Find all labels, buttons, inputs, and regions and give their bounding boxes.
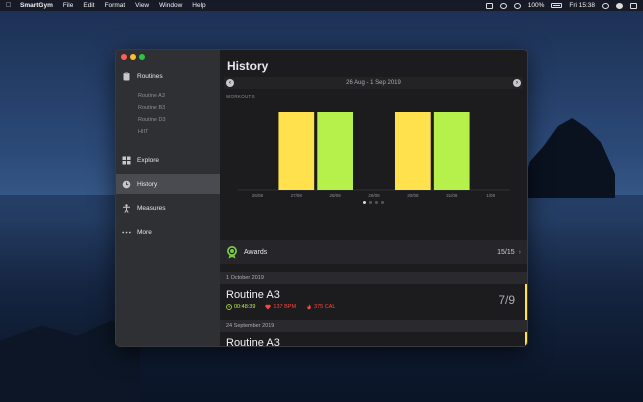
- chart-tick-label: 27/08: [291, 193, 303, 198]
- apple-menu-icon[interactable]: : [6, 2, 12, 9]
- workout-progress: 7/9: [498, 293, 515, 307]
- workout-heart-rate: 137 BPM: [265, 304, 296, 310]
- chart-bar-30/08[interactable]: [394, 112, 431, 190]
- spotlight-icon[interactable]: [602, 2, 609, 9]
- workouts-bar-chart: 26/08 27/08 28/08 29/08 30/08 31/08 1/09: [238, 112, 510, 198]
- stopwatch-icon: [226, 304, 232, 310]
- heart-icon: [265, 304, 272, 310]
- ellipsis-icon: [122, 228, 131, 237]
- workout-card[interactable]: Routine A3 00:48:39 137 BPM 375 CAL 7/9: [220, 284, 527, 320]
- app-window: Routines Routine A3 Routine B3 Routine D…: [115, 49, 528, 347]
- flame-icon: [307, 304, 311, 310]
- desktop-island: [520, 118, 615, 198]
- previous-week-button[interactable]: ‹: [226, 79, 234, 87]
- chevron-right-icon: ›: [518, 248, 521, 256]
- window-controls: [121, 54, 145, 60]
- sidebar-item-label: Routines: [137, 72, 163, 80]
- page-dot[interactable]: [363, 201, 366, 204]
- workout-calories: 375 CAL: [306, 304, 335, 310]
- sidebar-item-label: History: [137, 180, 158, 188]
- next-week-button[interactable]: ›: [513, 79, 521, 87]
- workout-stats: 00:48:39 137 BPM 375 CAL: [226, 304, 521, 310]
- workout-accent-bar: [525, 284, 527, 320]
- chart-tick-label: 26/08: [252, 193, 264, 198]
- chart-page-indicator: [220, 201, 527, 204]
- sidebar-item-measures[interactable]: Measures: [116, 198, 220, 218]
- sidebar: Routines Routine A3 Routine B3 Routine D…: [116, 50, 220, 346]
- menu-file[interactable]: File: [63, 2, 73, 9]
- workout-card[interactable]: Routine A3: [220, 332, 527, 346]
- award-ribbon-icon: [227, 246, 237, 259]
- menubar-status-area: 100% Fri 15:38: [485, 2, 637, 9]
- sidebar-item-history[interactable]: History: [116, 174, 220, 194]
- airplay-icon[interactable]: [485, 2, 493, 9]
- page-title: History: [227, 59, 269, 73]
- date-range-label: 26 Aug - 1 Sep 2019: [346, 80, 401, 86]
- chart-bar-27/08[interactable]: [278, 112, 315, 190]
- chart-bar-31/08[interactable]: [433, 112, 470, 190]
- awards-row[interactable]: Awards 15/15 ›: [220, 240, 527, 264]
- menu-view[interactable]: View: [135, 2, 149, 9]
- page-dot[interactable]: [369, 201, 372, 204]
- zoom-window-button[interactable]: [139, 54, 145, 60]
- menu-edit[interactable]: Edit: [83, 2, 94, 9]
- minimize-window-button[interactable]: [130, 54, 136, 60]
- awards-count: 15/15: [497, 248, 515, 256]
- grid-icon: [122, 156, 131, 165]
- duration-value: 00:48:39: [234, 304, 256, 310]
- wifi-icon[interactable]: [513, 2, 521, 9]
- page-dot[interactable]: [375, 201, 378, 204]
- menu-window[interactable]: Window: [159, 2, 182, 9]
- chart-tick-label: 28/08: [330, 193, 342, 198]
- sidebar-item-explore[interactable]: Explore: [116, 150, 220, 170]
- section-header-date: 1 October 2019: [220, 272, 527, 284]
- section-header-date: 24 September 2019: [220, 320, 527, 332]
- sidebar-item-more[interactable]: More: [116, 222, 220, 242]
- page-dot[interactable]: [381, 201, 384, 204]
- sidebar-item-label: Measures: [137, 204, 166, 212]
- calories-value: 375 CAL: [314, 304, 336, 310]
- main-content: History ‹ 26 Aug - 1 Sep 2019 › WORKOUTS…: [220, 50, 527, 346]
- battery-percent[interactable]: 100%: [528, 2, 545, 9]
- clipboard-icon: [122, 71, 131, 81]
- sidebar-item-routines[interactable]: Routines: [116, 66, 220, 86]
- chart-tick-label: 30/08: [407, 193, 419, 198]
- close-window-button[interactable]: [121, 54, 127, 60]
- menu-help[interactable]: Help: [192, 2, 205, 9]
- chart-title: WORKOUTS: [226, 94, 255, 99]
- sidebar-subitem-hiit[interactable]: HIIT: [116, 126, 220, 138]
- sidebar-item-label: Explore: [137, 156, 160, 164]
- workout-name: Routine A3: [226, 289, 280, 301]
- chart-tick-label: 31/08: [446, 193, 458, 198]
- sidebar-subitem-routine-b3[interactable]: Routine B3: [116, 102, 220, 114]
- routines-sublist: Routine A3 Routine B3 Routine D3 HIIT: [116, 90, 220, 138]
- awards-label: Awards: [244, 248, 268, 256]
- workout-name: Routine A3: [226, 337, 280, 346]
- workout-duration: 00:48:39: [226, 304, 255, 310]
- person-icon: [122, 203, 131, 213]
- siri-icon[interactable]: [616, 2, 623, 9]
- menu-format[interactable]: Format: [105, 2, 126, 9]
- notification-center-icon[interactable]: [630, 2, 637, 9]
- sidebar-item-label: More: [137, 228, 152, 236]
- menu-app-name[interactable]: SmartGym: [20, 2, 53, 9]
- workout-accent-bar: [525, 332, 527, 346]
- chart-tick-label: 29/08: [368, 193, 380, 198]
- chart-bar-28/08[interactable]: [317, 112, 354, 190]
- clock-icon: [122, 180, 131, 189]
- workouts-chart-area[interactable]: WORKOUTS 26/08 27/08 28/08 29/08 30/08 31/08 1…: [220, 92, 527, 210]
- heart-rate-value: 137 BPM: [273, 304, 297, 310]
- bluetooth-icon[interactable]: [499, 2, 507, 9]
- date-navigator: ‹ 26 Aug - 1 Sep 2019 ›: [224, 77, 523, 89]
- menu-bar:  SmartGym File Edit Format View Window …: [0, 0, 643, 11]
- sidebar-subitem-routine-d3[interactable]: Routine D3: [116, 114, 220, 126]
- sidebar-subitem-routine-a3[interactable]: Routine A3: [116, 90, 220, 102]
- chart-tick-label: 1/09: [486, 193, 495, 198]
- clock[interactable]: Fri 15:38: [569, 2, 595, 9]
- battery-icon[interactable]: [551, 3, 563, 8]
